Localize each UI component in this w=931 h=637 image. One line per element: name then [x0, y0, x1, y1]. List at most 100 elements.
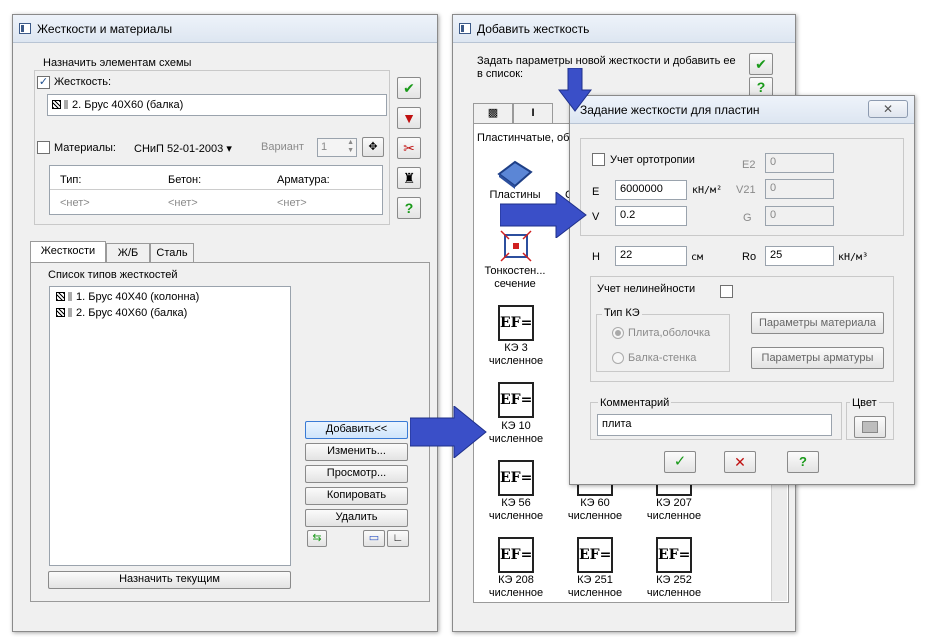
materials-checkbox[interactable]: [37, 141, 50, 154]
fe252-icon[interactable]: EF=: [656, 537, 692, 573]
add-button[interactable]: Добавить<<: [305, 421, 408, 439]
fe252-caption: КЭ 252: [656, 574, 692, 586]
cell-type: <нет>: [60, 197, 90, 209]
list-item[interactable]: 1. Брус 40Х40 (колонна): [56, 291, 199, 303]
window-title: Добавить жесткость: [477, 22, 590, 36]
close-button[interactable]: ✕: [868, 100, 908, 118]
col-header-rebar: Арматура:: [277, 174, 330, 186]
ok-button[interactable]: ✓: [664, 451, 696, 473]
fe251-caption: КЭ 251: [577, 574, 613, 586]
fe208-caption: КЭ 208: [498, 574, 534, 586]
section-icon: [68, 292, 72, 301]
spin-arrows-icon: ▲ ▼: [347, 139, 354, 154]
assign-group-label: Назначить элементам схемы: [41, 57, 194, 69]
fe60-caption-2: численное: [567, 510, 623, 522]
copy-button[interactable]: Копировать: [305, 487, 408, 505]
cell-concrete: <нет>: [168, 197, 198, 209]
panel-header: Пластинчатые, об: [477, 132, 570, 144]
Ro-input[interactable]: 25: [765, 246, 834, 266]
arrow-to-plate-window-icon: [500, 192, 587, 238]
color-label: Цвет: [850, 397, 879, 409]
cut-icon-button[interactable]: ✂: [397, 137, 421, 159]
hatch-icon: [52, 100, 61, 109]
hatch-icon: [56, 292, 65, 301]
Ro-unit: кН/м³: [838, 252, 869, 263]
refresh-icon-button[interactable]: ⇆: [307, 530, 327, 547]
nonlinear-checkbox[interactable]: [720, 285, 733, 298]
assign-current-button[interactable]: Назначить текущим: [48, 571, 291, 589]
H-unit: см: [691, 252, 704, 263]
list-label: Список типов жесткостей: [48, 269, 178, 281]
titlebar: Добавить жесткость: [453, 15, 795, 43]
size-icon-button[interactable]: ▭: [363, 530, 385, 547]
fe251-icon[interactable]: EF=: [577, 537, 613, 573]
fe252-caption-2: численное: [646, 587, 702, 599]
materials-checkbox-label: Материалы:: [54, 142, 116, 154]
E-input[interactable]: 6000000: [615, 180, 687, 200]
fe208-icon[interactable]: EF=: [498, 537, 534, 573]
stiffness-checkbox-label: Жесткость:: [54, 76, 112, 88]
apply-button[interactable]: ✔: [397, 77, 421, 99]
E2-input[interactable]: 0: [765, 153, 834, 173]
material-params-button[interactable]: Параметры материала: [751, 312, 884, 334]
orthotropy-checkbox[interactable]: [592, 153, 605, 166]
tab-stiffness[interactable]: Жесткости: [30, 241, 106, 263]
view-button[interactable]: Просмотр...: [305, 465, 408, 483]
tab-steel[interactable]: Сталь: [150, 243, 194, 263]
fe3-icon[interactable]: EF=: [498, 305, 534, 341]
edit-button[interactable]: Изменить...: [305, 443, 408, 461]
paint-icon-button[interactable]: ♜: [397, 167, 421, 189]
help-button[interactable]: ?: [397, 197, 421, 219]
ok-button[interactable]: ✔: [749, 53, 773, 75]
arrow-to-add-window-icon: [410, 406, 487, 458]
fe56-icon[interactable]: EF=: [498, 460, 534, 496]
add-material-button[interactable]: ✥: [362, 137, 384, 157]
window-title: Задание жесткости для пластин: [580, 103, 760, 117]
plate-icon[interactable]: [497, 158, 533, 190]
selected-stiffness-field[interactable]: 2. Брус 40Х60 (балка): [47, 94, 387, 116]
fe10-caption: КЭ 10: [501, 420, 531, 432]
axes-icon-button[interactable]: ∟: [387, 530, 409, 547]
fe207-caption-2: численное: [646, 510, 702, 522]
help-button[interactable]: ?: [749, 77, 773, 97]
V-input[interactable]: 0.2: [615, 206, 687, 226]
fe56-caption-2: численное: [488, 510, 544, 522]
color-swatch-button[interactable]: [854, 416, 886, 438]
filter-icon-button[interactable]: ▼: [397, 107, 421, 129]
help-button[interactable]: ?: [787, 451, 819, 473]
selected-stiffness-text: 2. Брус 40Х60 (балка): [72, 99, 184, 111]
stiffness-checkbox[interactable]: ✓: [37, 76, 50, 89]
norm-dropdown[interactable]: СНиП 52-01-2003 ▾: [134, 142, 232, 155]
E-label: E: [592, 186, 600, 198]
fe10-icon[interactable]: EF=: [498, 382, 534, 418]
delete-button[interactable]: Удалить: [305, 509, 408, 527]
G-input[interactable]: 0: [765, 206, 834, 226]
stiffness-list[interactable]: 1. Брус 40Х40 (колонна) 2. Брус 40Х60 (б…: [49, 286, 291, 566]
G-label: G: [743, 212, 752, 224]
V-label: V: [592, 211, 600, 223]
list-item[interactable]: 2. Брус 40Х60 (балка): [56, 307, 187, 319]
fe208-caption-2: численное: [488, 587, 544, 599]
window-title: Жесткости и материалы: [37, 22, 173, 36]
comment-input[interactable]: плита: [597, 414, 832, 436]
H-input[interactable]: 22: [615, 246, 687, 266]
tab-plates[interactable]: ▩: [473, 103, 513, 123]
orthotropy-label: Учет ортотропии: [610, 154, 695, 166]
titlebar: Жесткости и материалы: [13, 15, 437, 43]
V21-input[interactable]: 0: [765, 179, 834, 199]
thin-walled-caption: Тонкостен...: [484, 265, 546, 277]
radio-plate-shell[interactable]: [612, 327, 624, 339]
swatch-icon: [862, 421, 878, 433]
cancel-button[interactable]: ✕: [724, 451, 756, 473]
radio-deep-beam[interactable]: [612, 352, 624, 364]
col-header-concrete: Бетон:: [168, 174, 202, 186]
tab-rc[interactable]: Ж/Б: [106, 243, 150, 263]
tab-bars[interactable]: I: [513, 103, 553, 123]
materials-table: Тип: Бетон: Арматура: <нет> <нет> <нет>: [49, 165, 383, 215]
stiffness-materials-window: Жесткости и материалы Назначить элемента…: [12, 14, 438, 632]
rebar-params-button[interactable]: Параметры арматуры: [751, 347, 884, 369]
fe207-caption: КЭ 207: [656, 497, 692, 509]
section-icon: [64, 100, 68, 109]
variant-spinner[interactable]: 1 ▲ ▼: [317, 138, 357, 157]
fe251-caption-2: численное: [567, 587, 623, 599]
